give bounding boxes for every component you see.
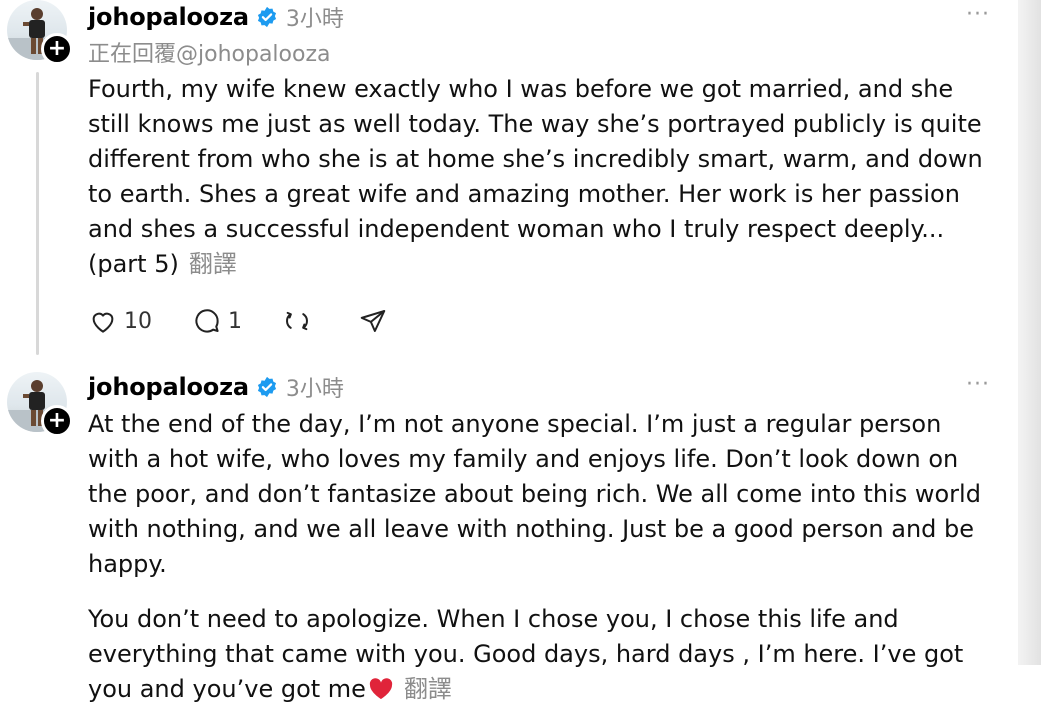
repost-arrows-icon <box>286 311 308 331</box>
send-paper-plane-icon <box>360 310 386 332</box>
thread-post-1: + johopalooza 3小時 ··· 正在回覆@johopalooza F… <box>0 0 1018 360</box>
follow-plus-icon[interactable]: + <box>41 33 73 65</box>
post-time: 3小時 <box>285 377 344 402</box>
post-text: Fourth, my wife knew exactly who I was b… <box>88 75 983 278</box>
post-paragraph: At the end of the day, I’m not anyone sp… <box>88 410 981 578</box>
more-options-icon[interactable]: ··· <box>966 372 990 397</box>
reply-count: 1 <box>228 308 242 334</box>
post-header: johopalooza 3小時 <box>88 0 344 34</box>
post-body: Fourth, my wife knew exactly who I was b… <box>88 72 993 282</box>
like-count: 10 <box>124 308 152 334</box>
repost-button[interactable] <box>282 306 318 336</box>
comment-bubble-icon <box>195 309 219 333</box>
replying-to-label[interactable]: 正在回覆@johopalooza <box>88 36 330 68</box>
post-body: At the end of the day, I’m not anyone sp… <box>88 407 993 707</box>
thread-connector-line <box>36 72 39 355</box>
follow-plus-icon[interactable]: + <box>41 405 73 437</box>
translate-link[interactable]: 翻譯 <box>189 250 237 278</box>
translate-link[interactable]: 翻譯 <box>404 675 452 703</box>
verified-badge-icon <box>257 376 276 398</box>
verified-badge-icon <box>257 6 276 28</box>
username[interactable]: johopalooza <box>88 373 249 401</box>
post-header: johopalooza 3小時 <box>88 370 344 404</box>
red-heart-emoji <box>369 678 393 699</box>
reply-button[interactable]: 1 <box>192 306 242 336</box>
more-options-icon[interactable]: ··· <box>966 2 990 27</box>
post-paragraph: You don’t need to apologize. When I chos… <box>88 602 993 707</box>
like-button[interactable]: 10 <box>88 306 152 336</box>
thread-post-2: + johopalooza 3小時 ··· At the end of the … <box>0 370 1018 703</box>
heart-outline-icon <box>92 312 114 333</box>
window-edge <box>1018 0 1041 665</box>
post-time: 3小時 <box>285 7 344 32</box>
share-button[interactable] <box>358 306 394 336</box>
username[interactable]: johopalooza <box>88 3 249 31</box>
post-text: You don’t need to apologize. When I chos… <box>88 605 964 703</box>
post-actions: 10 1 <box>88 306 434 336</box>
